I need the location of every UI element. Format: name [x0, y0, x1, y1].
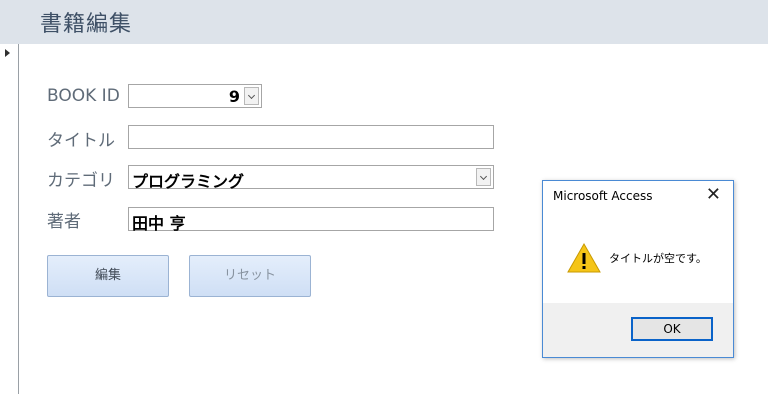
book-id-value: 9: [228, 87, 240, 106]
author-input[interactable]: 田中 亨: [128, 207, 494, 233]
edit-button[interactable]: 編集: [47, 255, 169, 297]
chevron-down-icon[interactable]: [244, 87, 259, 105]
dialog-message: タイトルが空です。: [609, 252, 707, 265]
category-combobox[interactable]: プログラミング: [128, 165, 494, 191]
reset-button[interactable]: リセット: [189, 255, 311, 297]
page-title: 書籍編集: [40, 12, 133, 37]
book-id-label: BOOK ID: [47, 86, 120, 106]
record-selector[interactable]: [0, 44, 19, 394]
author-label: 著者: [47, 212, 81, 232]
warning-icon: [567, 243, 601, 273]
title-input[interactable]: [128, 125, 494, 149]
title-label: タイトル: [47, 131, 115, 151]
category-label: カテゴリ: [47, 171, 115, 191]
book-id-combobox[interactable]: 9: [128, 84, 262, 108]
dialog-title: Microsoft Access: [553, 189, 653, 203]
message-dialog: Microsoft Access ✕ タイトルが空です。 OK: [542, 180, 734, 358]
close-icon[interactable]: ✕: [706, 184, 721, 205]
chevron-down-icon[interactable]: [476, 168, 491, 186]
dialog-footer: OK: [543, 303, 733, 357]
ok-button[interactable]: OK: [631, 317, 713, 341]
form-header: 書籍編集: [0, 0, 768, 44]
category-value: プログラミング: [132, 172, 245, 191]
author-value: 田中 亨: [132, 214, 186, 233]
record-pointer-icon: [5, 49, 10, 57]
